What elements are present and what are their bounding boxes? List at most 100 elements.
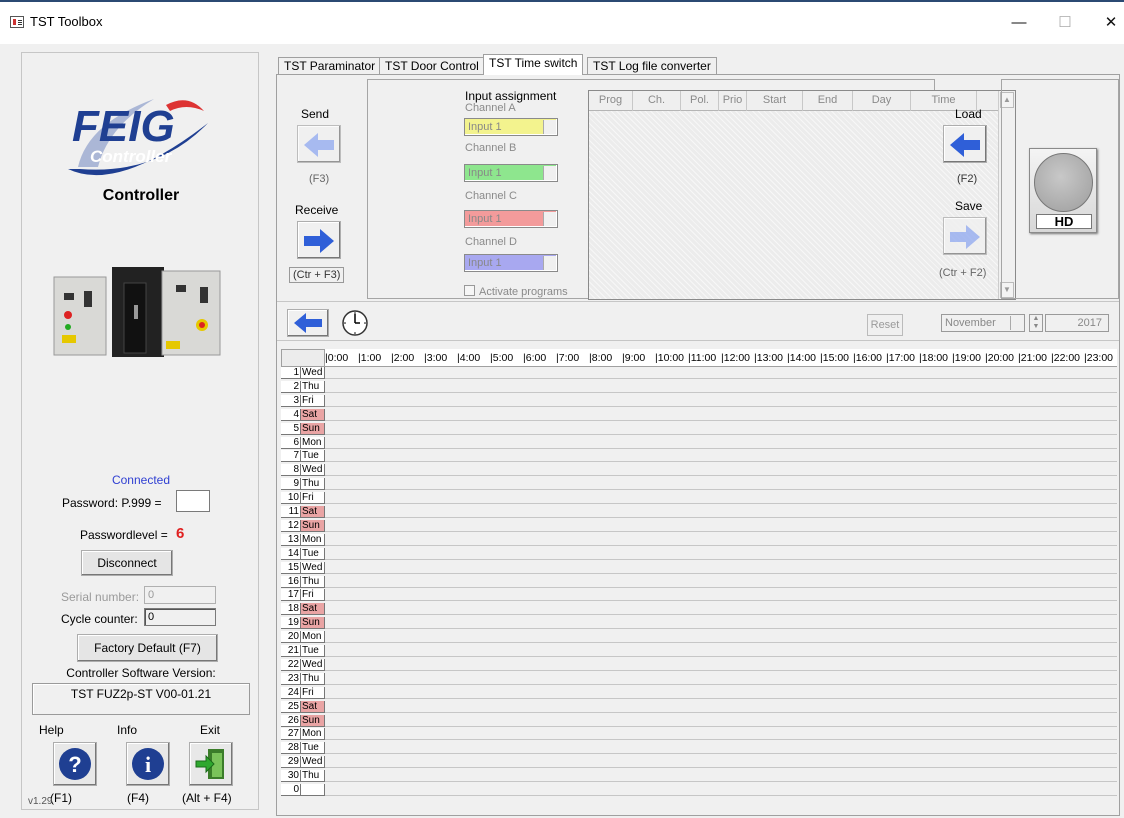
- day-schedule-cells[interactable]: [325, 395, 1117, 407]
- day-schedule-cells[interactable]: [325, 770, 1117, 783]
- day-row: 19 Sun: [281, 617, 1117, 630]
- month-select[interactable]: November: [941, 314, 1025, 332]
- grid-corner: [281, 349, 325, 367]
- app-icon[interactable]: [10, 16, 24, 28]
- day-number: 25: [281, 700, 301, 713]
- controller-device-image: [52, 265, 232, 361]
- monthly-schedule-grid: |0:00 |1:00 |2:00 |3:00 |4:00 |5:00 |6:00 |7:00…: [281, 349, 1117, 813]
- day-schedule-cells[interactable]: [325, 659, 1117, 671]
- day-schedule-cells[interactable]: [325, 673, 1117, 685]
- arrow-right-icon: [304, 229, 334, 253]
- day-schedule-cells[interactable]: [325, 437, 1117, 449]
- day-schedule-cells[interactable]: [325, 534, 1117, 546]
- weekday-name: Sun: [301, 519, 325, 532]
- maximize-button[interactable]: ☐: [1042, 8, 1088, 38]
- year-spinner[interactable]: ▲ ▼: [1029, 314, 1043, 332]
- password-input[interactable]: [176, 490, 210, 512]
- day-schedule-cells[interactable]: [325, 784, 1117, 796]
- column-header[interactable]: Start: [747, 91, 803, 111]
- channel-b-select[interactable]: Input 1: [464, 164, 558, 182]
- weekday-name: Wed: [301, 367, 325, 379]
- svg-text:?: ?: [68, 752, 81, 777]
- day-schedule-cells[interactable]: [325, 409, 1117, 421]
- day-schedule-cells[interactable]: [325, 367, 1117, 379]
- day-schedule-cells[interactable]: [325, 756, 1117, 769]
- column-header[interactable]: End: [803, 91, 853, 111]
- weekday-name: Mon: [301, 533, 325, 546]
- channel-d-label: Channel D: [465, 236, 517, 248]
- day-schedule-cells[interactable]: [325, 576, 1117, 588]
- day-row: 30 Thu: [281, 770, 1117, 783]
- tab-log-file-converter[interactable]: TST Log file converter: [587, 57, 717, 75]
- column-header[interactable]: Prio: [719, 91, 747, 111]
- day-schedule-cells[interactable]: [325, 687, 1117, 699]
- weekday-name: Fri: [301, 394, 325, 407]
- day-schedule-cells[interactable]: [325, 450, 1117, 463]
- clock-icon[interactable]: [341, 309, 369, 337]
- calendar-toolbar: Reset November ▲ ▼ 2017: [277, 301, 1119, 341]
- channel-c-select[interactable]: Input 1: [464, 210, 558, 228]
- save-button[interactable]: [943, 217, 987, 255]
- channel-d-select[interactable]: Input 1: [464, 254, 558, 272]
- day-schedule-cells[interactable]: [325, 617, 1117, 630]
- back-button[interactable]: [287, 309, 329, 337]
- transfer-column: Send (F3) Receive (Ctr + F3): [281, 79, 365, 299]
- send-button[interactable]: [297, 125, 341, 163]
- hour-label: |1:00: [358, 352, 382, 364]
- year-field[interactable]: 2017: [1045, 314, 1109, 332]
- weekday-name: Wed: [301, 464, 325, 477]
- day-schedule-cells[interactable]: [325, 506, 1117, 518]
- day-schedule-cells[interactable]: [325, 423, 1117, 435]
- close-button[interactable]: ✕: [1088, 8, 1124, 38]
- weekday-name: Fri: [301, 589, 325, 602]
- day-schedule-cells[interactable]: [325, 701, 1117, 713]
- help-button[interactable]: ?: [53, 742, 97, 786]
- day-schedule-cells[interactable]: [325, 548, 1117, 560]
- day-schedule-cells[interactable]: [325, 603, 1117, 616]
- day-schedule-cells[interactable]: [325, 520, 1117, 532]
- tab-door-control[interactable]: TST Door Control: [379, 57, 485, 75]
- hd-drive-frame: HD: [1001, 79, 1119, 299]
- disconnect-button[interactable]: Disconnect: [81, 550, 173, 576]
- day-schedule-cells[interactable]: [325, 742, 1117, 755]
- day-schedule-cells[interactable]: [325, 478, 1117, 491]
- column-header[interactable]: Pol.: [681, 91, 719, 111]
- day-schedule-cells[interactable]: [325, 631, 1117, 644]
- day-number: 0: [281, 784, 301, 796]
- day-schedule-cells[interactable]: [325, 464, 1117, 477]
- minimize-button[interactable]: —: [996, 8, 1042, 38]
- column-header[interactable]: Day: [853, 91, 911, 111]
- day-row: 15 Wed: [281, 561, 1117, 574]
- day-row: 8 Wed: [281, 464, 1117, 477]
- reset-button[interactable]: Reset: [867, 314, 903, 336]
- exit-button[interactable]: [189, 742, 233, 786]
- column-header[interactable]: Prog: [589, 91, 633, 111]
- arrow-left-icon: [304, 133, 334, 157]
- load-button[interactable]: [943, 125, 987, 163]
- receive-button[interactable]: [297, 221, 341, 259]
- hard-drive-icon[interactable]: HD: [1029, 148, 1097, 233]
- day-schedule-cells[interactable]: [325, 589, 1117, 602]
- channel-b-label: Channel B: [465, 142, 517, 154]
- factory-default-button[interactable]: Factory Default (F7): [77, 634, 218, 662]
- receive-label: Receive: [295, 203, 339, 217]
- day-row: 11 Sat: [281, 506, 1117, 518]
- tab-paraminator[interactable]: TST Paraminator: [278, 57, 382, 75]
- day-schedule-cells[interactable]: [325, 645, 1117, 657]
- tab-time-switch[interactable]: TST Time switch: [483, 54, 584, 75]
- day-schedule-cells[interactable]: [325, 381, 1117, 393]
- day-row: 4 Sat: [281, 408, 1117, 421]
- hour-label: |4:00: [457, 352, 481, 364]
- weekday-name: Tue: [301, 645, 325, 657]
- svg-text:i: i: [145, 752, 151, 777]
- day-schedule-cells[interactable]: [325, 492, 1117, 505]
- day-number: 11: [281, 506, 301, 518]
- day-schedule-cells[interactable]: [325, 562, 1117, 574]
- channel-a-select[interactable]: Input 1: [464, 118, 558, 136]
- column-header[interactable]: Ch.: [633, 91, 681, 111]
- activate-programs-checkbox[interactable]: Activate programs: [464, 285, 568, 298]
- info-button[interactable]: i: [126, 742, 170, 786]
- passwordlevel-label: Passwordlevel =: [80, 528, 168, 542]
- day-schedule-cells[interactable]: [325, 715, 1117, 727]
- day-schedule-cells[interactable]: [325, 728, 1117, 741]
